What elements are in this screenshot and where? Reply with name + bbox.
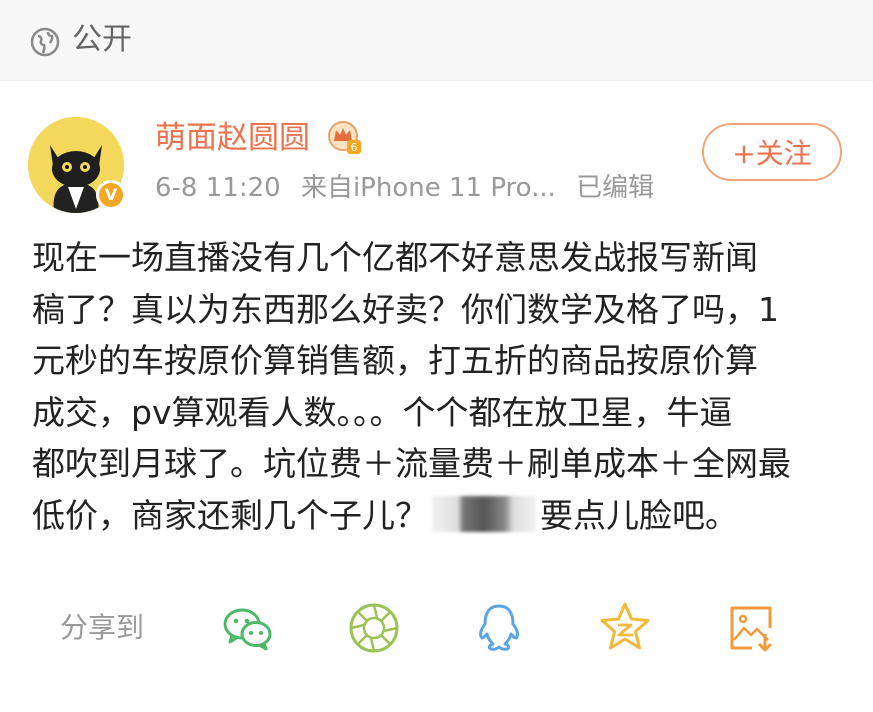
post-line: 稿了？真以为东西那么好卖？你们数学及格了吗，1 bbox=[32, 289, 779, 329]
post-text-before-redaction: 低价，商家还剩几个子儿？ bbox=[32, 495, 428, 535]
follow-button[interactable]: +关注 bbox=[702, 123, 842, 181]
post-time: 6-8 11:20 bbox=[155, 173, 281, 203]
post-line: 现在一场直播没有几个亿都不好意思发战报写新闻 bbox=[32, 238, 758, 277]
qzone-icon[interactable] bbox=[595, 598, 655, 658]
author-name[interactable]: 萌面赵圆圆 bbox=[155, 118, 310, 158]
post-line: 成交，pv算观看人数。。。个个都在放卫星，牛逼 bbox=[32, 392, 733, 432]
post-meta: 6-8 11:20 来自iPhone 11 Pro... 已编辑 bbox=[155, 170, 666, 206]
qq-icon[interactable] bbox=[469, 598, 529, 658]
visibility-bar: 公开 bbox=[0, 0, 873, 81]
post-line: 都吹到月球了。坑位费＋流量费＋刷单成本＋全网最 bbox=[32, 444, 791, 483]
globe-icon bbox=[30, 27, 60, 57]
visibility-label: 公开 bbox=[72, 22, 132, 57]
post-text-after-redaction: 要点儿脸吧。 bbox=[540, 495, 738, 535]
moments-icon[interactable] bbox=[344, 598, 404, 658]
post-line: 元秒的车按原价算销售额，打五折的商品按原价算 bbox=[32, 341, 758, 380]
wechat-icon[interactable] bbox=[218, 598, 278, 658]
share-label: 分享到 bbox=[60, 611, 145, 644]
vip-level: 6 bbox=[351, 141, 358, 154]
post-source[interactable]: 来自iPhone 11 Pro... bbox=[301, 173, 556, 203]
save-image-icon[interactable] bbox=[722, 598, 782, 658]
edited-label[interactable]: 已编辑 bbox=[576, 173, 654, 203]
verified-badge-icon: V bbox=[96, 180, 126, 210]
crown-badge-icon[interactable]: 6 bbox=[327, 120, 363, 156]
post-last-line: 低价，商家还剩几个子儿？ 要点儿脸吧。 bbox=[32, 490, 852, 542]
redacted-blur bbox=[432, 495, 536, 532]
post-body: 现在一场直播没有几个亿都不好意思发战报写新闻 稿了？真以为东西那么好卖？你们数学… bbox=[32, 232, 852, 541]
